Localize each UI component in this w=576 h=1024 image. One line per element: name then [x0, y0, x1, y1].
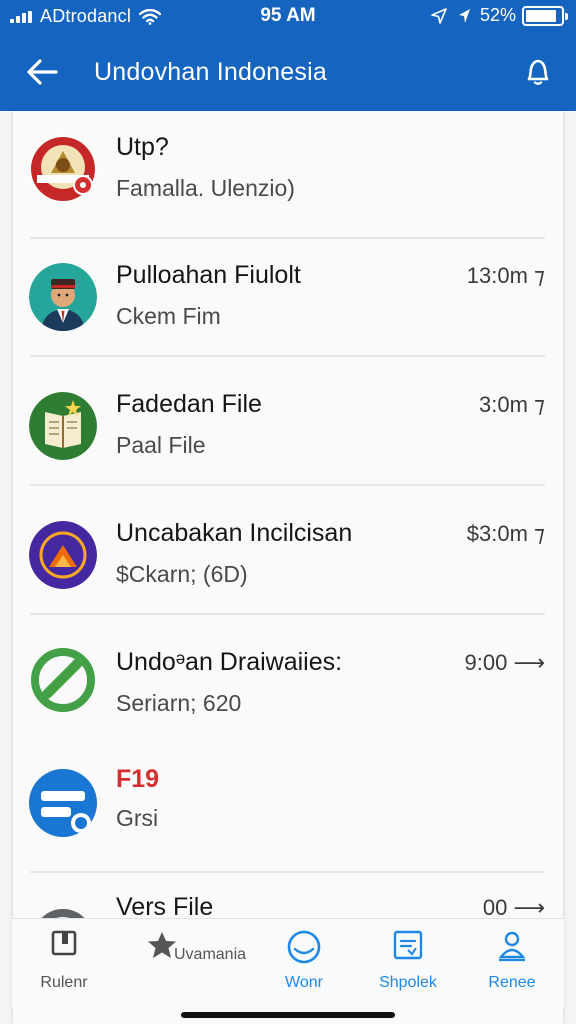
home-indicator — [181, 1012, 395, 1018]
avatar-emblem — [29, 521, 97, 589]
item-subtitle: Seriarn; 620 — [116, 690, 242, 716]
nav-item-shpolek[interactable]: Shpolek — [356, 919, 460, 1005]
location-arrow-icon — [431, 7, 447, 24]
avatar-book — [29, 392, 97, 460]
bottom-navigation: Rulenr Uvamania Wonr Shpolek Renee — [12, 918, 564, 1008]
list-item[interactable]: Fadedan File Paal File 3:0m ⁊ — [13, 358, 563, 486]
list-item[interactable]: Undoᵊan Draiwaiies: Seriarn; 620 9:00 ⟶ — [13, 616, 563, 744]
bell-icon — [527, 59, 549, 85]
arrow-left-icon — [27, 59, 58, 85]
document-icon — [393, 930, 423, 960]
avatar-person — [29, 263, 97, 331]
header: ADtrodancl 95 AM 52% Undovhan Indonesia — [0, 0, 576, 111]
list-item[interactable]: Pulloahan Fiulolt Ckem Fim 13:0m ⁊ — [13, 229, 563, 357]
item-subtitle: Grsi — [116, 805, 159, 831]
item-subtitle: Famalla. Ulenzio) — [116, 175, 295, 201]
divider — [30, 355, 545, 357]
app-bar: Undovhan Indonesia — [0, 40, 576, 104]
conversation-list: Utp? Famalla. Ulenzio) Pulloahan Fiulolt… — [12, 111, 564, 1024]
divider — [30, 484, 545, 486]
item-subtitle: Ckem Fim — [116, 303, 221, 329]
list-item[interactable]: Utp? Famalla. Ulenzio) — [13, 111, 563, 239]
screen: ADtrodancl 95 AM 52% Undovhan Indonesia … — [0, 0, 576, 1024]
battery-icon — [522, 5, 568, 26]
item-time: $3:0m ⁊ — [466, 521, 545, 546]
status-bar: ADtrodancl 95 AM 52% — [0, 0, 576, 34]
item-title: Pulloahan Fiulolt — [116, 261, 301, 289]
nav-label: Uvamania — [174, 946, 247, 963]
divider — [30, 613, 545, 615]
list-item[interactable]: F19 Grsi — [13, 745, 563, 873]
nav-item-wonr[interactable]: Wonr — [252, 919, 356, 1005]
item-time: 3:0m ⁊ — [479, 392, 545, 417]
item-subtitle: Paal File — [116, 432, 206, 458]
item-title: Utp? — [116, 133, 169, 161]
nav-label: Renee — [488, 974, 536, 991]
item-time: 13:0m ⁊ — [466, 263, 545, 288]
item-title: Undoᵊan Draiwaiies: — [116, 648, 343, 676]
battery-percent: 52% — [479, 5, 516, 25]
item-subtitle: $Ckarn; (6D) — [116, 561, 248, 587]
avatar-check — [29, 646, 97, 714]
item-title: Fadedan File — [116, 390, 262, 418]
nav-item-rulenr[interactable]: Rulenr — [12, 919, 116, 1005]
nav-item-uvamania[interactable]: Uvamania — [116, 919, 252, 1005]
nav-label: Wonr — [285, 974, 323, 991]
person-icon — [498, 931, 526, 962]
status-right: 52% — [430, 5, 568, 26]
nav-label: Shpolek — [379, 974, 437, 991]
avatar-crest — [29, 135, 97, 203]
avatar-blue-app — [29, 769, 97, 837]
item-title: Uncabakan Incilcisan — [116, 519, 353, 547]
bookmark-icon — [51, 930, 77, 956]
navigation-icon — [458, 8, 470, 23]
notifications-button[interactable] — [518, 52, 558, 92]
item-title: F19 — [116, 765, 160, 793]
page-title: Undovhan Indonesia — [94, 58, 327, 86]
item-time: 9:00 ⟶ — [464, 650, 545, 675]
divider — [30, 871, 545, 873]
circle-wave-icon — [287, 930, 321, 964]
nav-label: Rulenr — [40, 974, 88, 991]
nav-item-renee[interactable]: Renee — [460, 919, 564, 1005]
list-item[interactable]: Uncabakan Incilcisan $Ckarn; (6D) $3:0m … — [13, 487, 563, 615]
back-button[interactable] — [20, 52, 64, 92]
